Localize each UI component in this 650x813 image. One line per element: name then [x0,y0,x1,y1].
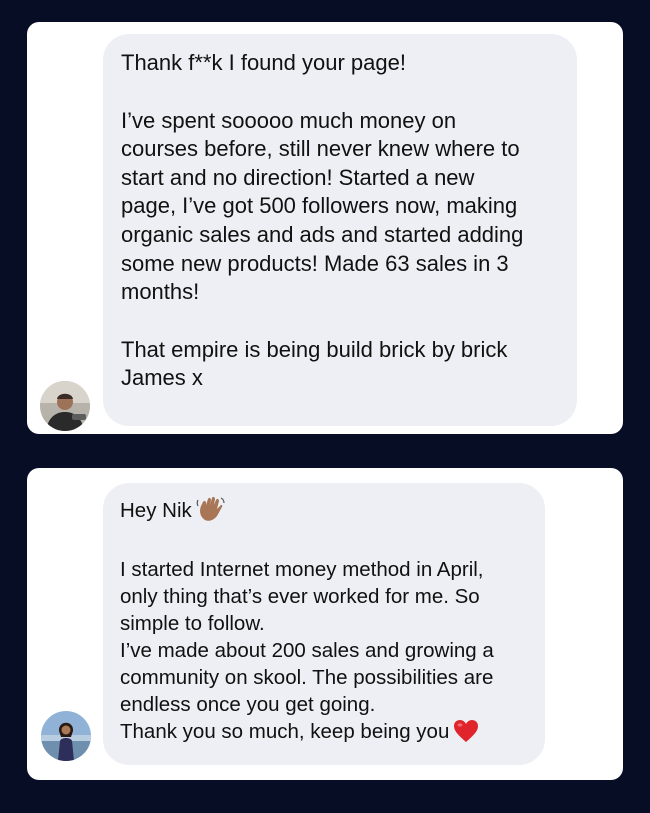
message-line: only thing that’s ever worked for me. So [120,585,480,608]
message-line: I’ve spent sooooo much money on [121,107,457,133]
message-line: endless once you get going. [120,693,376,716]
waving-hand-icon [196,496,226,529]
message-line: That empire is being build brick by bric… [121,336,508,362]
message-bubble-2: Hey Nik I started Internet money method … [103,483,545,765]
greeting-line: Hey Nik [120,496,531,529]
message-line: some new products! Made 63 sales in 3 [121,250,509,276]
message-line: months! [121,279,200,305]
red-heart-icon [453,719,479,750]
message-line: start and no direction! Started a new [121,164,475,190]
message-line: Thank f**k I found your page! [121,50,406,75]
message-line: James x [121,365,203,391]
closing-line: Thank you so much, keep being you [120,718,531,750]
message-line: I’ve made about 200 sales and growing a [120,639,494,662]
message-line: organic sales and ads and started adding [121,221,524,247]
message-line: community on skool. The possibilities ar… [120,666,494,689]
man-avatar-icon [40,381,90,431]
message-line: page, I’ve got 500 followers now, making [121,193,518,219]
woman-avatar-icon [41,711,91,761]
greeting-text: Hey Nik [120,499,192,522]
closing-text: Thank you so much, keep being you [120,720,450,743]
message-bubble-1: Thank f**k I found your page! I’ve spent… [103,34,577,426]
message-line: I started Internet money method in April… [120,558,484,581]
message-line: simple to follow. [120,612,265,635]
testimonial-card-2: Hey Nik I started Internet money method … [27,468,623,780]
testimonial-card-1: Thank f**k I found your page! I’ve spent… [27,22,623,434]
message-line: courses before, still never knew where t… [121,136,520,162]
